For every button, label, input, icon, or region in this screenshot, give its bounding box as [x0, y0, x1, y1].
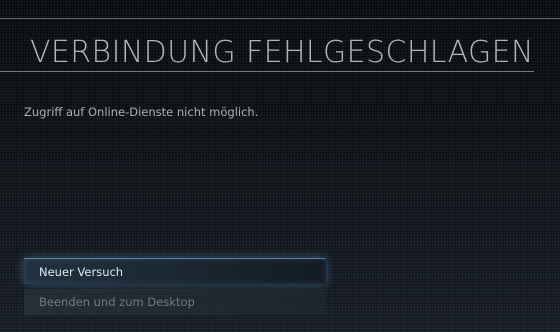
quit-to-desktop-button[interactable]: Beenden und zum Desktop	[24, 289, 326, 315]
error-title: VERBINDUNG FEHLGESCHLAGEN	[30, 35, 534, 70]
top-divider	[0, 18, 560, 19]
connection-error-screen: VERBINDUNG FEHLGESCHLAGEN Zugriff auf On…	[0, 0, 560, 332]
title-divider	[0, 71, 534, 72]
retry-button[interactable]: Neuer Versuch	[24, 258, 326, 284]
error-message: Zugriff auf Online-Dienste nicht möglich…	[24, 105, 259, 119]
options-menu: Neuer Versuch Beenden und zum Desktop	[24, 258, 326, 315]
